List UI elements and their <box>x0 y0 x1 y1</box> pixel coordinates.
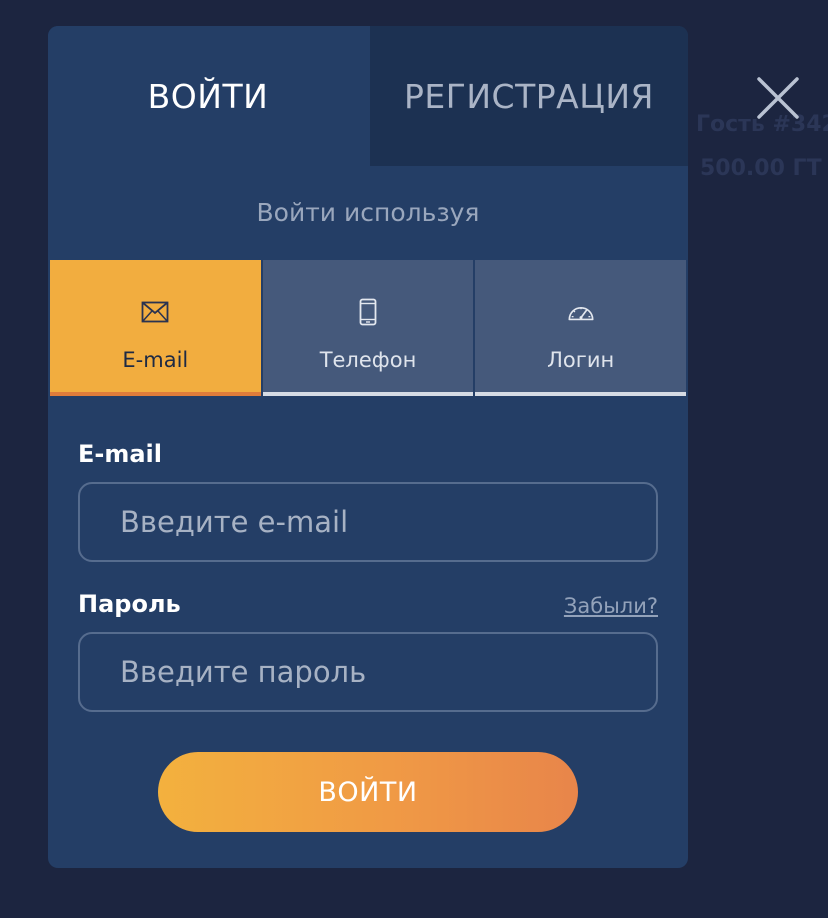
login-submit-button[interactable]: ВОЙТИ <box>158 752 578 832</box>
method-phone[interactable]: Телефон <box>262 260 474 396</box>
method-email-label: E-mail <box>122 348 189 372</box>
auth-modal: ВОЙТИ РЕГИСТРАЦИЯ Войти используя E-mail <box>48 26 688 868</box>
close-button[interactable] <box>754 74 802 122</box>
email-label: E-mail <box>78 440 163 468</box>
envelope-icon <box>141 298 169 326</box>
auth-tabs: ВОЙТИ РЕГИСТРАЦИЯ <box>48 26 688 166</box>
email-field-group: E-mail <box>78 438 658 562</box>
password-field-group: Пароль Забыли? <box>78 588 658 712</box>
method-login-label: Логин <box>547 348 615 372</box>
method-login[interactable]: Логин <box>475 260 687 396</box>
login-method-heading: Войти используя <box>256 197 480 227</box>
background-balance: 500.00 ГТ <box>700 156 822 181</box>
login-method-selector: E-mail Телефон Логин <box>48 260 688 396</box>
mobile-phone-icon <box>354 298 382 326</box>
tab-login[interactable]: ВОЙТИ <box>48 26 368 166</box>
method-phone-label: Телефон <box>319 348 417 372</box>
close-x-icon <box>757 77 799 119</box>
tab-register[interactable]: РЕГИСТРАЦИЯ <box>370 26 688 166</box>
method-email[interactable]: E-mail <box>50 260 261 396</box>
email-field-header: E-mail <box>78 438 658 468</box>
email-input[interactable] <box>78 482 658 562</box>
password-field-header: Пароль Забыли? <box>78 588 658 618</box>
login-form: E-mail Пароль Забыли? ВОЙТИ <box>48 396 688 832</box>
speedometer-icon <box>567 298 595 326</box>
password-label: Пароль <box>78 590 181 618</box>
forgot-password-link[interactable]: Забыли? <box>564 594 658 618</box>
password-input[interactable] <box>78 632 658 712</box>
